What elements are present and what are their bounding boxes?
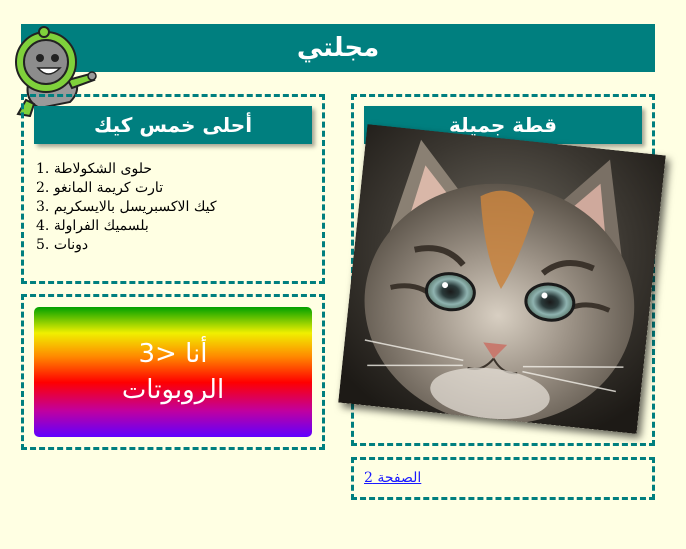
cakes-panel-heading: أحلى خمس كيك [34,106,312,144]
robots-banner-line2: الروبوتات [121,375,225,405]
list-item: 3. كيك الاكسبريسل بالايسكريم [36,199,217,215]
robots-banner: أنا <3 الروبوتات [34,307,312,437]
list-item: 5. دونات [36,237,89,253]
cat-photo [338,124,666,434]
page: مجلتي أحلى خمس كيك 1. حلوى الشكولاطة 2. … [0,0,686,549]
list-item: 1. حلوى الشكولاطة [36,161,152,177]
cake-list: 1. حلوى الشكولاطة 2. تارت كريمة المانغو … [36,160,217,255]
list-item: 4. بلسميك الفراولة [36,218,149,234]
page-2-link[interactable]: الصفحة 2 [364,470,421,486]
list-item: 2. تارت كريمة المانغو [36,180,164,196]
page-title: مجلتي [21,24,655,72]
robots-banner-line1: أنا <3 [138,339,208,369]
